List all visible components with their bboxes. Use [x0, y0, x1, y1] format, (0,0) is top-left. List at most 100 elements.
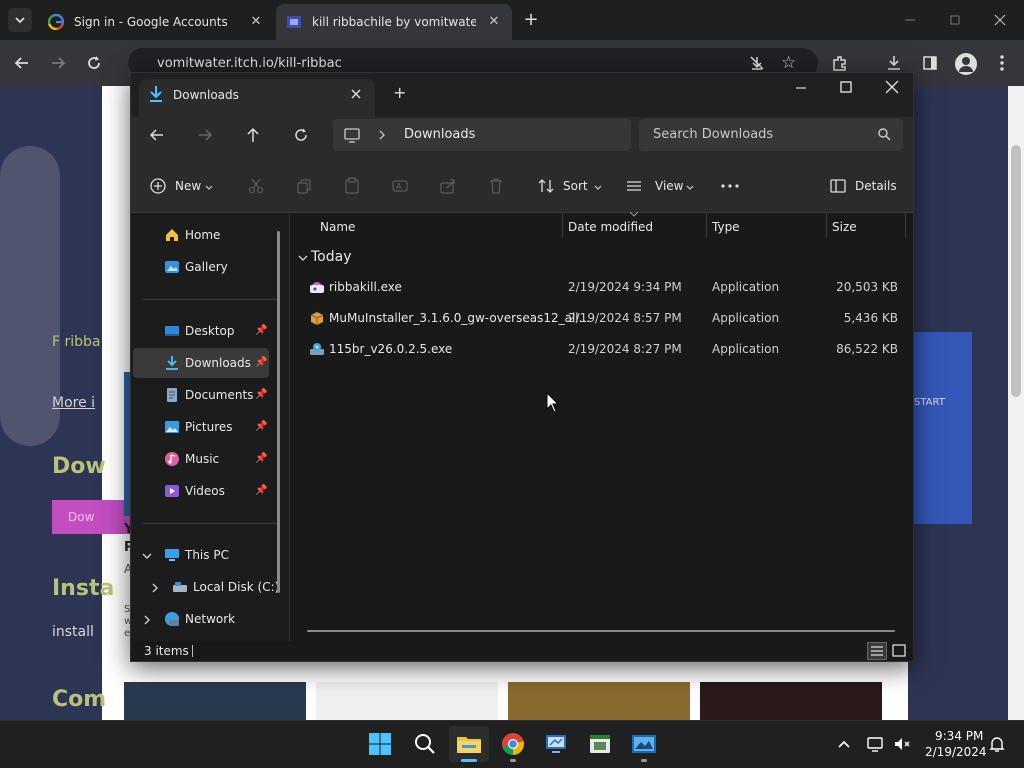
- nav-scrollbar[interactable]: [277, 231, 280, 593]
- share-icon[interactable]: [439, 177, 457, 195]
- forward-icon[interactable]: [195, 125, 215, 145]
- taskbar-app[interactable]: [580, 726, 620, 762]
- itch-game-icon: [287, 16, 301, 28]
- tab-search-button[interactable]: [8, 8, 32, 32]
- refresh-icon[interactable]: [291, 125, 311, 145]
- close-icon[interactable]: [990, 10, 1010, 30]
- pin-icon[interactable]: 📌: [255, 357, 267, 368]
- taskbar-file-explorer[interactable]: [449, 726, 489, 762]
- group-header[interactable]: Today: [311, 249, 352, 265]
- sort-button[interactable]: Sort: [537, 175, 603, 197]
- taskbar-chrome[interactable]: [493, 726, 533, 762]
- pin-icon[interactable]: 📌: [255, 421, 267, 432]
- close-icon[interactable]: [349, 87, 363, 101]
- horizontal-scrollbar[interactable]: [307, 630, 895, 632]
- taskbar-time[interactable]: 9:34 PM: [935, 729, 983, 743]
- extensions-icon[interactable]: [830, 53, 850, 73]
- browser-tab-google[interactable]: Sign in - Google Accounts ✕: [38, 4, 274, 40]
- close-icon[interactable]: ✕: [248, 14, 264, 30]
- minimize-icon[interactable]: [900, 10, 920, 30]
- chevron-right-icon[interactable]: [149, 582, 161, 594]
- more-options-icon[interactable]: [719, 177, 741, 195]
- page-link[interactable]: More i: [52, 395, 95, 411]
- bookmark-star-icon[interactable]: ☆: [781, 54, 799, 72]
- search-icon[interactable]: [877, 127, 891, 141]
- notification-bell-icon[interactable]: [987, 734, 1007, 754]
- rename-icon[interactable]: A: [391, 177, 409, 195]
- column-header-date[interactable]: Date modified: [568, 220, 653, 234]
- volume-muted-icon[interactable]: [892, 734, 912, 754]
- taskbar-date[interactable]: 2/19/2024: [925, 745, 987, 759]
- copy-icon[interactable]: [295, 177, 313, 195]
- chevron-down-icon[interactable]: [141, 550, 153, 562]
- new-tab-button[interactable]: +: [393, 85, 409, 101]
- cut-icon[interactable]: [247, 177, 265, 195]
- windows-logo-icon: [369, 733, 391, 755]
- address-crumb[interactable]: Downloads: [404, 127, 475, 142]
- column-divider[interactable]: [562, 213, 563, 237]
- browser-tab-itch[interactable]: kill ribbachile by vomitwater ✕: [276, 4, 512, 40]
- close-icon[interactable]: [883, 78, 901, 96]
- tiles-view-icon[interactable]: [891, 643, 907, 659]
- restore-icon[interactable]: [945, 10, 965, 30]
- nav-label: Videos: [185, 484, 225, 498]
- thumbnail-image[interactable]: [700, 682, 882, 720]
- nav-label: Pictures: [185, 420, 233, 434]
- paste-icon[interactable]: [343, 177, 361, 195]
- pin-icon[interactable]: 📌: [255, 485, 267, 496]
- column-header-size[interactable]: Size: [832, 220, 857, 234]
- up-arrow-icon[interactable]: [243, 125, 263, 145]
- nav-label: Network: [185, 612, 236, 626]
- maximize-icon[interactable]: [837, 78, 855, 96]
- chevron-right-icon[interactable]: [141, 614, 153, 626]
- delete-icon[interactable]: [487, 177, 505, 195]
- file-size: 5,436 KB: [843, 311, 898, 325]
- plus-circle-icon: [150, 178, 166, 194]
- nav-divider: [143, 299, 277, 300]
- pin-icon[interactable]: 📌: [255, 389, 267, 400]
- home-icon: [164, 227, 180, 243]
- back-icon[interactable]: [12, 53, 32, 73]
- thumbnail-image[interactable]: [124, 682, 306, 720]
- chevron-down-icon[interactable]: [297, 252, 309, 264]
- network-status-icon[interactable]: [866, 734, 886, 754]
- column-header-name[interactable]: Name: [320, 220, 355, 234]
- close-icon[interactable]: ✕: [486, 14, 502, 30]
- column-divider[interactable]: [826, 213, 827, 237]
- google-icon: [48, 14, 64, 30]
- menu-kebab-icon[interactable]: [994, 53, 1010, 73]
- chevron-right-icon[interactable]: [376, 129, 388, 141]
- chevron-down-icon: [205, 185, 213, 190]
- details-pane-icon: [830, 179, 846, 193]
- profile-avatar[interactable]: [955, 53, 977, 75]
- new-button[interactable]: New: [149, 175, 215, 197]
- download-arrow-icon: [164, 355, 180, 371]
- back-icon[interactable]: [147, 125, 167, 145]
- download-blocked-icon[interactable]: [748, 54, 766, 72]
- new-tab-button[interactable]: +: [520, 9, 542, 31]
- taskbar-game[interactable]: [624, 726, 664, 762]
- view-button[interactable]: View: [625, 175, 695, 197]
- side-panel-icon[interactable]: [920, 53, 940, 73]
- details-button[interactable]: Details: [829, 175, 899, 197]
- thumbnail-image[interactable]: [316, 682, 498, 720]
- column-header-type[interactable]: Type: [712, 220, 740, 234]
- taskbar-remote-app[interactable]: [536, 726, 576, 762]
- downloads-icon[interactable]: [884, 53, 904, 73]
- pin-icon[interactable]: 📌: [255, 325, 267, 336]
- page-scrollbar-thumb[interactable]: [1011, 145, 1021, 397]
- desktop-icon: [164, 323, 180, 339]
- folder-icon: [457, 737, 481, 753]
- tray-overflow-icon[interactable]: [836, 736, 852, 752]
- drive-icon: [172, 579, 188, 595]
- minimize-icon[interactable]: [792, 79, 810, 97]
- details-view-icon[interactable]: [867, 642, 887, 660]
- start-button[interactable]: [360, 726, 400, 762]
- forward-icon[interactable]: [48, 53, 68, 73]
- thumbnail-image[interactable]: [508, 682, 690, 720]
- taskbar-search-button[interactable]: [405, 726, 445, 762]
- pin-icon[interactable]: 📌: [255, 453, 267, 464]
- reload-icon[interactable]: [84, 53, 104, 73]
- column-divider[interactable]: [706, 213, 707, 237]
- column-divider[interactable]: [905, 213, 906, 237]
